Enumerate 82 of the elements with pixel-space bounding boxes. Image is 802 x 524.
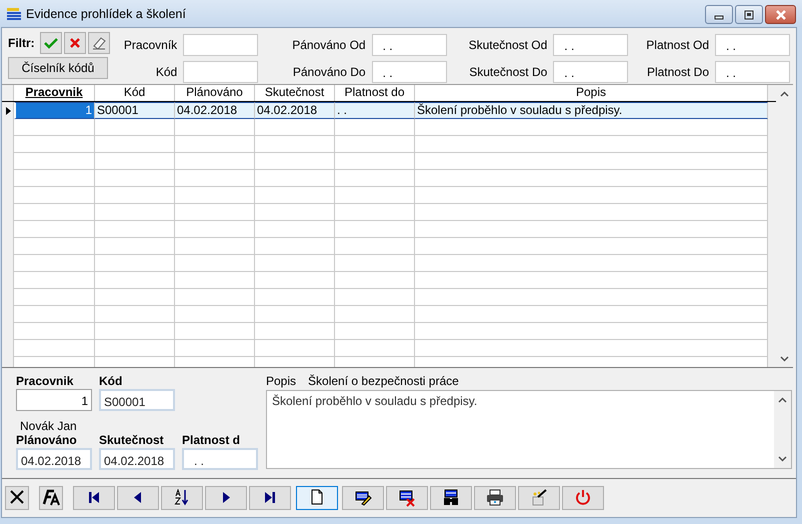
field-label: Kód — [156, 64, 178, 78]
eraser-button[interactable] — [88, 32, 110, 54]
maximize-icon — [744, 10, 754, 20]
input-field[interactable]: . . — [715, 60, 790, 82]
apply-filter-button[interactable] — [40, 32, 62, 54]
field-label: Pánováno Od — [292, 38, 366, 52]
input-field[interactable]: 1 — [16, 389, 92, 411]
x-icon — [68, 37, 81, 49]
scroll-up-icon[interactable] — [780, 91, 789, 97]
table-cell: . . — [335, 102, 415, 119]
new-document-icon — [310, 489, 324, 507]
check-icon — [44, 37, 58, 49]
edit-record-icon — [354, 489, 372, 507]
font-button[interactable] — [39, 486, 63, 510]
window-title: Evidence prohlídek a školení — [26, 6, 187, 20]
find-record-icon — [442, 489, 460, 507]
field-label: Pánováno Do — [292, 64, 366, 78]
description-text: Školení proběhlo v souladu s předpisy. — [272, 394, 478, 410]
app-icon — [6, 6, 22, 20]
field-label: Pracovník — [124, 38, 178, 52]
scroll-down-icon[interactable] — [780, 356, 789, 362]
input-field[interactable] — [183, 60, 258, 82]
input-field[interactable]: . . — [182, 448, 258, 470]
table-cell: Školení proběhlo v souladu s předpisy. — [415, 102, 768, 119]
field-label: Popis — [266, 374, 296, 390]
table-cell: 04.02.2018 — [255, 102, 335, 119]
field-label: Kód — [99, 374, 124, 388]
input-field[interactable]: . . — [553, 34, 628, 56]
field-label: Skutečnost Od — [468, 38, 548, 52]
maximize-button[interactable] — [735, 5, 763, 24]
input-field[interactable]: . . — [553, 60, 628, 82]
font-icon — [41, 489, 61, 507]
delete-record-icon — [398, 489, 416, 507]
delete-record-button[interactable] — [386, 486, 428, 510]
input-field[interactable]: 04.02.2018 — [99, 448, 175, 470]
input-field[interactable] — [183, 34, 258, 56]
previous-record-button[interactable] — [117, 486, 159, 510]
power-icon — [575, 489, 591, 507]
cancel-filter-button[interactable] — [64, 32, 86, 54]
input-field[interactable]: 04.02.2018 — [16, 448, 92, 470]
last-record-button[interactable] — [249, 486, 291, 510]
field-label: Platnost Do — [646, 64, 709, 78]
sort-icon — [174, 489, 190, 507]
input-field[interactable]: S00001 — [99, 389, 175, 411]
field-label: Platnost Od — [646, 38, 709, 52]
printer-icon — [486, 489, 504, 507]
field-label: Skutečnost Do — [469, 64, 548, 78]
employee-name: Novák Jan — [20, 419, 77, 433]
edit-record-button[interactable] — [342, 486, 384, 510]
field-label: Platnost d — [182, 433, 242, 447]
scroll-down-icon[interactable] — [778, 456, 787, 462]
table-cell: 04.02.2018 — [175, 102, 255, 119]
input-field[interactable]: . . — [372, 34, 447, 56]
description-title: Školení o bezpečnosti práce — [308, 374, 459, 390]
new-document-button[interactable] — [296, 486, 338, 510]
table-cell: S00001 — [95, 102, 175, 119]
eraser-icon — [92, 36, 106, 50]
table-cell: 1 — [14, 102, 95, 119]
filter-label: Filtr: — [8, 36, 35, 50]
next-record-button[interactable] — [205, 486, 247, 510]
printer-button[interactable] — [474, 486, 516, 510]
first-record-button[interactable] — [73, 486, 115, 510]
sort-button[interactable] — [161, 486, 203, 510]
field-label: Plánováno — [16, 433, 78, 447]
wand-button[interactable] — [518, 486, 560, 510]
wand-icon — [530, 489, 548, 507]
text-area[interactable]: Školení proběhlo v souladu s předpisy. — [266, 390, 792, 469]
power-button[interactable] — [562, 486, 604, 510]
field-label: Skutečnost — [99, 433, 165, 447]
field-label: Pracovnik — [16, 374, 74, 388]
codebook-button[interactable]: Číselník kódů — [8, 57, 108, 79]
selected-row[interactable]: 1 S00001 04.02.2018 04.02.2018 . . Školení proběhlo v souladu s předpisy. — [2, 102, 776, 119]
minimize-button[interactable] — [705, 5, 733, 24]
close-icon — [774, 10, 786, 20]
close-button[interactable] — [765, 5, 796, 24]
row-pointer-icon — [6, 106, 10, 114]
input-field[interactable]: . . — [372, 60, 447, 82]
scrollbar[interactable] — [776, 85, 793, 367]
input-field[interactable]: . . — [715, 34, 790, 56]
find-record-button[interactable] — [430, 486, 472, 510]
scroll-up-icon[interactable] — [778, 397, 787, 403]
close-button[interactable] — [5, 486, 29, 510]
